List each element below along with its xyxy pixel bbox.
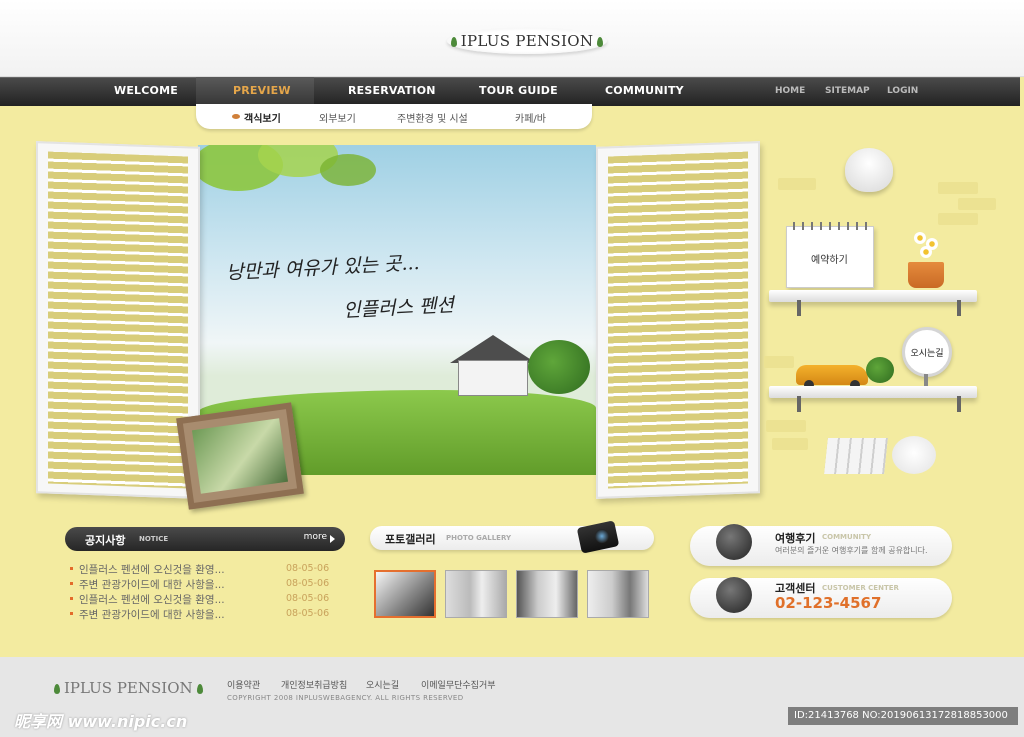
notice-item-title: 인플러스 펜션에 오신것을 환영... bbox=[79, 594, 225, 606]
daisy-icon bbox=[920, 246, 932, 258]
watermark-left: 昵享网 www.nipic.cn bbox=[14, 712, 188, 731]
bullet-icon bbox=[70, 612, 73, 615]
wall-lamp-icon bbox=[845, 148, 893, 192]
reserve-button[interactable]: 예약하기 bbox=[786, 222, 874, 288]
wall-brick bbox=[772, 438, 808, 450]
notice-more-button[interactable]: more bbox=[304, 532, 327, 542]
right-shutter bbox=[596, 141, 760, 499]
notice-item-date: 08-05-06 bbox=[286, 563, 330, 574]
footer-link-privacy[interactable]: 개인정보취급방침 bbox=[281, 678, 347, 691]
wall-brick bbox=[938, 182, 978, 194]
gallery-thumbnail[interactable] bbox=[587, 570, 649, 618]
nav-community[interactable]: COMMUNITY bbox=[605, 84, 684, 97]
bullet-icon bbox=[70, 567, 73, 570]
leaf-icon bbox=[597, 37, 604, 47]
leaf-icon bbox=[54, 684, 60, 694]
util-home-link[interactable]: HOME bbox=[775, 86, 805, 96]
more-arrow-icon bbox=[330, 535, 335, 543]
notice-list: 인플러스 펜션에 오신것을 환영... 08-05-06 주변 관광가이드에 대… bbox=[70, 562, 340, 622]
list-item[interactable]: 인플러스 펜션에 오신것을 환영... 08-05-06 bbox=[70, 562, 340, 577]
util-sitemap-link[interactable]: SITEMAP bbox=[825, 86, 870, 96]
tree-illustration bbox=[528, 340, 590, 394]
bullet-icon bbox=[70, 597, 73, 600]
copyright-text: COPYRIGHT 2008 INPLUSWEBAGENCY. ALL RIGH… bbox=[227, 694, 464, 702]
nav-tour-guide[interactable]: TOUR GUIDE bbox=[479, 84, 558, 97]
books-icon bbox=[824, 438, 888, 474]
list-item[interactable]: 주변 관광가이드에 대한 사항을... 08-05-06 bbox=[70, 577, 340, 592]
phone-number: 02-123-4567 bbox=[775, 594, 882, 612]
nav-welcome[interactable]: WELCOME bbox=[114, 84, 178, 97]
wall-brick bbox=[958, 198, 996, 210]
nav-reservation[interactable]: RESERVATION bbox=[348, 84, 436, 97]
subnav-item-facilities[interactable]: 주변환경 및 시설 bbox=[397, 110, 468, 125]
watermark-id: ID:21413768 NO:20190613172818853000 bbox=[788, 707, 1018, 725]
notice-item-title: 주변 관광가이드에 대한 사항을... bbox=[79, 609, 225, 621]
photo-frame bbox=[176, 402, 304, 510]
gallery-title: 포토갤러리 bbox=[385, 533, 436, 546]
util-login-link[interactable]: LOGIN bbox=[887, 86, 918, 96]
gallery-thumbnail[interactable] bbox=[445, 570, 507, 618]
notice-header: 공지사항 NOTICE more bbox=[65, 527, 345, 551]
list-item[interactable]: 주변 관광가이드에 대한 사항을... 08-05-06 bbox=[70, 607, 340, 622]
notice-item-date: 08-05-06 bbox=[286, 578, 330, 589]
site-logo[interactable]: IPLUS PENSION bbox=[437, 26, 617, 56]
footer-link-terms[interactable]: 이용약관 bbox=[227, 678, 260, 691]
notice-item-title: 인플러스 펜션에 오신것을 환영... bbox=[79, 564, 225, 576]
house-roof bbox=[450, 335, 536, 363]
leaf-icon bbox=[196, 684, 203, 694]
notice-title: 공지사항 bbox=[85, 534, 126, 547]
logo-text: IPLUS PENSION bbox=[460, 32, 594, 50]
reserve-label: 예약하기 bbox=[811, 255, 848, 266]
leaves-illustration bbox=[198, 145, 376, 191]
footer-link-directions[interactable]: 오시는길 bbox=[366, 678, 399, 691]
bullet-icon bbox=[70, 582, 73, 585]
community-subtitle: COMMUNITY bbox=[822, 533, 872, 541]
subnav-item-rooms[interactable]: 객식보기 bbox=[244, 110, 281, 125]
community-title: 여행후기 bbox=[775, 532, 816, 545]
small-tree-icon bbox=[866, 357, 894, 383]
active-dot-icon bbox=[232, 114, 240, 119]
notice-item-date: 08-05-06 bbox=[286, 608, 330, 619]
subnav-item-cafe[interactable]: 카페/바 bbox=[515, 110, 546, 125]
footer-logo: IPLUS PENSION bbox=[50, 679, 207, 697]
directions-label: 오시는길 bbox=[910, 349, 944, 359]
notice-item-date: 08-05-06 bbox=[286, 593, 330, 604]
hero-slogan-line2: 인플러스 펜션 bbox=[342, 294, 455, 322]
notepad-rings bbox=[793, 222, 867, 230]
notice-subtitle: NOTICE bbox=[139, 535, 169, 543]
flower-pot-icon bbox=[908, 262, 944, 288]
left-shutter bbox=[36, 141, 200, 499]
gallery-thumbnail[interactable] bbox=[516, 570, 578, 618]
list-item[interactable]: 인플러스 펜션에 오신것을 환영... 08-05-06 bbox=[70, 592, 340, 607]
wall-brick bbox=[938, 213, 978, 225]
camera-circle-icon bbox=[716, 524, 752, 560]
community-desc: 여러분의 즐거운 여행후기를 함께 공유합니다. bbox=[775, 546, 928, 555]
notice-item-title: 주변 관광가이드에 대한 사항을... bbox=[79, 579, 225, 591]
subnav-item-exterior[interactable]: 외부보기 bbox=[319, 110, 356, 125]
daisy-icon bbox=[914, 232, 926, 244]
nav-preview[interactable]: PREVIEW bbox=[233, 84, 291, 97]
leaf-icon bbox=[450, 37, 457, 47]
wall-brick bbox=[766, 420, 806, 432]
teddy-bear-icon bbox=[892, 436, 936, 474]
footer-link-email-policy[interactable]: 이메일무단수집거부 bbox=[421, 678, 496, 691]
headset-icon bbox=[716, 577, 752, 613]
customer-subtitle: CUSTOMER CENTER bbox=[822, 584, 899, 592]
directions-button[interactable]: 오시는길 bbox=[902, 327, 952, 377]
house-illustration bbox=[458, 360, 528, 396]
wall-brick bbox=[764, 356, 794, 368]
hero-slogan-line1: 낭만과 여유가 있는 곳... bbox=[225, 251, 421, 285]
gallery-thumbnail[interactable] bbox=[374, 570, 436, 618]
gallery-subtitle: PHOTO GALLERY bbox=[446, 534, 512, 542]
wall-brick bbox=[778, 178, 816, 190]
